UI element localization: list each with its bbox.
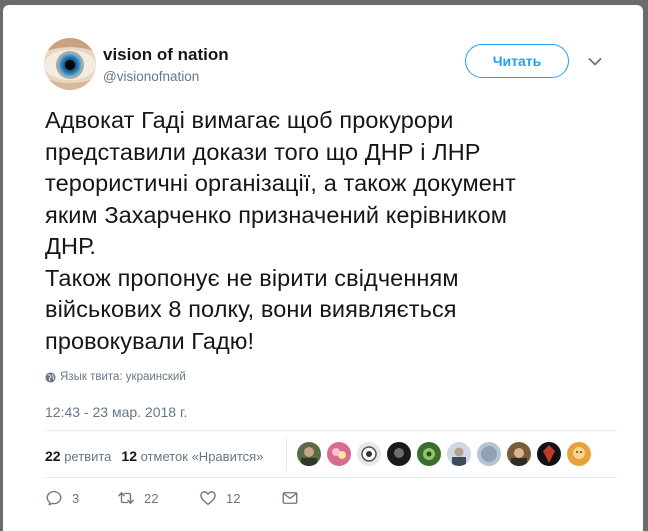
like-count: 12 [226,490,241,506]
direct-message-button[interactable] [281,489,299,507]
tweet-line: терористичні організації, а також докуме… [45,170,516,196]
reply-icon [46,490,62,506]
liker-avatar[interactable] [327,442,351,466]
liker-avatars [297,442,591,466]
liker-avatar[interactable] [567,442,591,466]
divider [286,437,287,471]
tweet-line: яким Захарченко призначений керівником [45,201,507,228]
follow-button[interactable]: Читать [465,44,569,78]
user-name[interactable]: vision of nation [103,45,229,65]
liker-avatar[interactable] [537,442,561,466]
liker-avatar[interactable] [477,442,501,466]
tweet-actions: 3 22 12 [45,489,299,507]
liker-avatar[interactable] [357,442,381,466]
retweet-icon [118,492,134,504]
retweet-button[interactable]: 22 [117,489,199,507]
tweet-text: Адвокат Гаді вимагає щоб прокурори предс… [45,105,625,357]
divider [45,477,617,478]
liker-avatar[interactable] [387,442,411,466]
tweet-line: ДНР. [45,233,97,259]
retweet-count: 22 [144,490,159,506]
heart-icon [200,491,216,506]
retweets-stat[interactable]: 22 ретвита [45,448,111,464]
liker-avatar[interactable] [507,442,531,466]
tweet-timestamp[interactable]: 12:43 - 23 мар. 2018 г. [45,404,187,420]
likes-stat[interactable]: 12 отметок «Нравится» [121,448,263,464]
tweet-language: Язык твита: украинский [45,371,186,383]
like-button[interactable]: 12 [199,489,281,507]
tweet-line: Також пропонує не вірити свідченням [45,264,459,291]
liker-avatar[interactable] [447,442,471,466]
divider [45,430,617,431]
user-handle[interactable]: @visionofnation [103,69,199,84]
liker-avatar[interactable] [297,442,321,466]
tweet-line: представили докази того що ДНР і ЛНР [45,138,481,165]
reply-count: 3 [72,490,80,506]
tweet-line: військових 8 полку, вони виявляється [45,296,457,322]
chevron-down-icon[interactable] [588,57,602,67]
avatar[interactable] [44,38,96,90]
envelope-icon [282,492,298,504]
tweet-card: vision of nation @visionofnation Читать … [3,5,643,531]
liker-avatar[interactable] [417,442,441,466]
globe-icon [45,371,56,383]
tweet-line: Адвокат Гаді вимагає щоб прокурори [45,107,454,133]
tweet-line: провокували Гадю! [45,327,255,354]
tweet-stats: 22 ретвита 12 отметок «Нравится» [45,448,263,464]
reply-button[interactable]: 3 [45,489,117,507]
tweet-language-label: Язык твита: украинский [60,371,186,383]
